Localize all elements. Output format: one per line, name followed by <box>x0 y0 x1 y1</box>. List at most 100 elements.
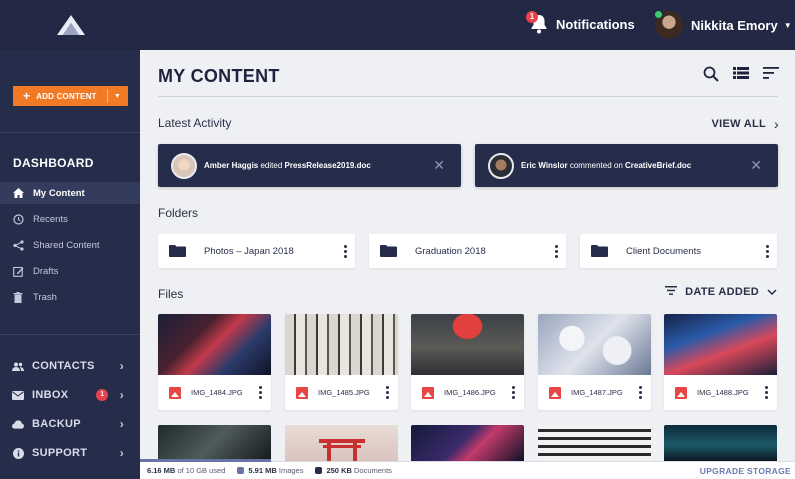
storage-usage-fill <box>140 459 271 462</box>
files-heading: Files <box>158 287 184 301</box>
home-icon <box>12 188 24 198</box>
top-bar: 1 Notifications Nikkita Emory ▼ <box>0 0 795 50</box>
chevron-right-icon: › <box>774 116 779 132</box>
activity-card[interactable]: Eric Winslor commented on CreativeBrief.… <box>475 144 778 187</box>
view-controls <box>703 66 779 82</box>
sidebar-item-drafts[interactable]: Drafts <box>0 260 140 282</box>
folder-icon <box>380 245 397 257</box>
latest-activity-heading: Latest Activity <box>158 116 232 130</box>
image-thumbnail[interactable] <box>411 425 524 461</box>
bell-icon: 1 <box>526 11 548 34</box>
caret-down-icon: ▼ <box>783 20 792 30</box>
view-all-label: VIEW ALL <box>711 118 767 130</box>
image-thumbnail <box>411 314 524 375</box>
images-legend-swatch <box>237 467 245 474</box>
activity-action: edited <box>260 161 283 170</box>
sidebar-section-backup[interactable]: BACKUP › <box>0 413 140 435</box>
divider <box>0 334 140 335</box>
close-icon[interactable]: ✕ <box>750 157 762 174</box>
image-thumbnail <box>285 314 398 375</box>
sidebar-item-my-content[interactable]: My Content <box>0 182 140 204</box>
more-options-icon[interactable] <box>639 386 642 399</box>
mail-icon <box>12 390 24 400</box>
sort-label: DATE ADDED <box>685 286 759 298</box>
section-label: INBOX <box>32 389 69 401</box>
file-card[interactable]: IMG_1487.JPG <box>538 314 651 410</box>
folder-card[interactable]: Client Documents <box>580 234 777 268</box>
file-card[interactable]: IMG_1486.JPG <box>411 314 524 410</box>
more-options-icon[interactable] <box>766 244 769 258</box>
chevron-right-icon: › <box>119 417 124 431</box>
folder-icon <box>591 245 608 257</box>
more-options-icon[interactable] <box>512 386 515 399</box>
divider <box>158 96 778 97</box>
avatar <box>654 10 683 39</box>
section-label: CONTACTS <box>32 360 95 372</box>
file-card[interactable]: IMG_1488.JPG <box>664 314 777 410</box>
view-all-link[interactable]: VIEW ALL › <box>711 116 779 132</box>
dashboard-heading: DASHBOARD <box>13 156 94 170</box>
list-view-icon[interactable] <box>733 66 749 82</box>
file-meta: IMG_1484.JPG <box>158 375 271 410</box>
folder-card[interactable]: Graduation 2018 <box>369 234 566 268</box>
sidebar: + ADD CONTENT ▼ DASHBOARD My Content Rec… <box>0 50 140 479</box>
image-file-icon <box>296 386 308 399</box>
activity-target[interactable]: PressRelease2019.doc <box>285 161 371 170</box>
image-thumbnail[interactable] <box>538 425 651 461</box>
file-meta: IMG_1488.JPG <box>664 375 777 410</box>
edit-icon <box>12 266 24 277</box>
sidebar-item-trash[interactable]: Trash <box>0 286 140 308</box>
file-name: IMG_1487.JPG <box>571 388 623 397</box>
app-logo[interactable] <box>56 14 86 36</box>
chevron-right-icon: › <box>119 388 124 402</box>
image-thumbnail[interactable] <box>664 425 777 461</box>
image-thumbnail[interactable] <box>285 425 398 461</box>
sidebar-item-shared-content[interactable]: Shared Content <box>0 234 140 256</box>
chevron-right-icon: › <box>119 446 124 460</box>
trash-icon <box>12 291 24 303</box>
more-options-icon[interactable] <box>765 386 768 399</box>
sidebar-section-inbox[interactable]: INBOX 1 › <box>0 384 140 406</box>
filter-icon <box>665 286 678 298</box>
more-options-icon[interactable] <box>259 386 262 399</box>
page-title: MY CONTENT <box>158 66 280 86</box>
image-thumbnail <box>158 314 271 375</box>
file-card[interactable]: IMG_1485.JPG <box>285 314 398 410</box>
caret-down-icon[interactable]: ▼ <box>114 93 121 100</box>
file-name: IMG_1488.JPG <box>697 388 749 397</box>
user-menu[interactable]: Nikkita Emory ▼ <box>654 10 792 39</box>
close-icon[interactable]: ✕ <box>433 157 445 174</box>
sidebar-section-support[interactable]: SUPPORT › <box>0 442 140 464</box>
activity-card[interactable]: Amber Haggis edited PressRelease2019.doc… <box>158 144 461 187</box>
activity-text: Eric Winslor commented on CreativeBrief.… <box>521 161 691 170</box>
image-thumbnail[interactable] <box>158 425 271 461</box>
folder-name: Graduation 2018 <box>415 245 486 257</box>
notification-count-badge: 1 <box>526 11 538 23</box>
notifications-button[interactable]: 1 Notifications <box>526 11 635 34</box>
more-options-icon[interactable] <box>386 386 389 399</box>
sidebar-item-recents[interactable]: Recents <box>0 208 140 230</box>
file-card[interactable]: IMG_1484.JPG <box>158 314 271 410</box>
sort-dropdown[interactable]: DATE ADDED <box>665 286 777 298</box>
clock-icon <box>12 213 24 225</box>
main-content: MY CONTENT Latest Activity VIEW ALL › Am… <box>140 50 795 461</box>
file-name: IMG_1486.JPG <box>444 388 496 397</box>
sort-icon[interactable] <box>763 66 779 82</box>
add-content-label: ADD CONTENT <box>36 91 97 101</box>
more-options-icon[interactable] <box>344 244 347 258</box>
activity-target[interactable]: CreativeBrief.doc <box>625 161 691 170</box>
folder-card[interactable]: Photos – Japan 2018 <box>158 234 355 268</box>
image-file-icon <box>675 386 687 399</box>
cloud-icon <box>12 419 24 429</box>
search-icon[interactable] <box>703 66 719 82</box>
image-file-icon <box>169 386 181 399</box>
sidebar-section-contacts[interactable]: CONTACTS › <box>0 355 140 377</box>
inbox-count-badge: 1 <box>96 389 109 401</box>
add-content-button[interactable]: + ADD CONTENT ▼ <box>13 86 128 106</box>
more-options-icon[interactable] <box>555 244 558 258</box>
sidebar-item-label: Trash <box>33 291 57 303</box>
storage-images: 5.91 MB Images <box>248 466 304 475</box>
plus-icon: + <box>23 89 31 103</box>
upgrade-storage-link[interactable]: UPGRADE STORAGE <box>700 466 791 476</box>
people-icon <box>12 362 24 371</box>
